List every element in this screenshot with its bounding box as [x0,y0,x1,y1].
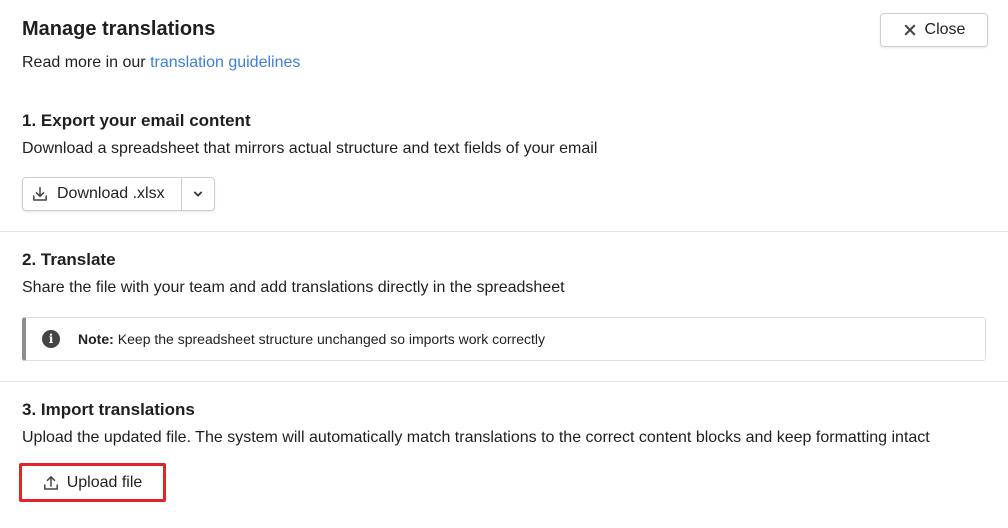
upload-label: Upload file [66,473,143,491]
export-title: 1. Export your email content [22,111,251,130]
download-icon [33,186,47,201]
section-divider [0,231,1008,232]
download-label: Download .xlsx [57,185,165,202]
close-icon [903,23,917,37]
info-icon: i [42,330,60,348]
subtitle-prefix: Read more in our [22,54,151,71]
import-section: 3. Import translations Upload the update… [19,399,988,509]
translate-title: 2. Translate [22,250,116,269]
export-section: 1. Export your email content Download a … [22,110,988,220]
close-button[interactable]: Close [880,13,988,47]
export-description: Download a spreadsheet that mirrors actu… [22,140,598,157]
dialog-subtitle: Read more in our translation guidelines [22,53,988,73]
section-divider [0,381,1008,382]
import-title: 3. Import translations [22,400,195,419]
download-format-dropdown[interactable] [182,178,214,210]
translation-guidelines-link[interactable]: translation guidelines [150,54,300,71]
upload-file-button[interactable]: Upload file [19,463,166,502]
download-xlsx-button[interactable]: Download .xlsx [23,178,182,210]
chevron-down-icon [193,191,203,197]
manage-translations-dialog: Manage translations Read more in our tra… [0,0,1008,528]
close-label: Close [924,21,966,38]
upload-icon [43,475,58,490]
translate-section: 2. Translate Share the file with your te… [22,249,988,377]
note-text: Keep the spreadsheet structure unchanged… [117,331,545,347]
dialog-header: Manage translations Read more in our tra… [22,13,988,86]
import-description: Upload the updated file. The system will… [22,429,930,446]
dialog-title: Manage translations [22,18,216,40]
download-split-button: Download .xlsx [22,177,215,211]
note-label: Note: [78,331,114,347]
note-callout: i Note: Keep the spreadsheet structure u… [22,317,986,361]
translate-description: Share the file with your team and add tr… [22,279,565,296]
